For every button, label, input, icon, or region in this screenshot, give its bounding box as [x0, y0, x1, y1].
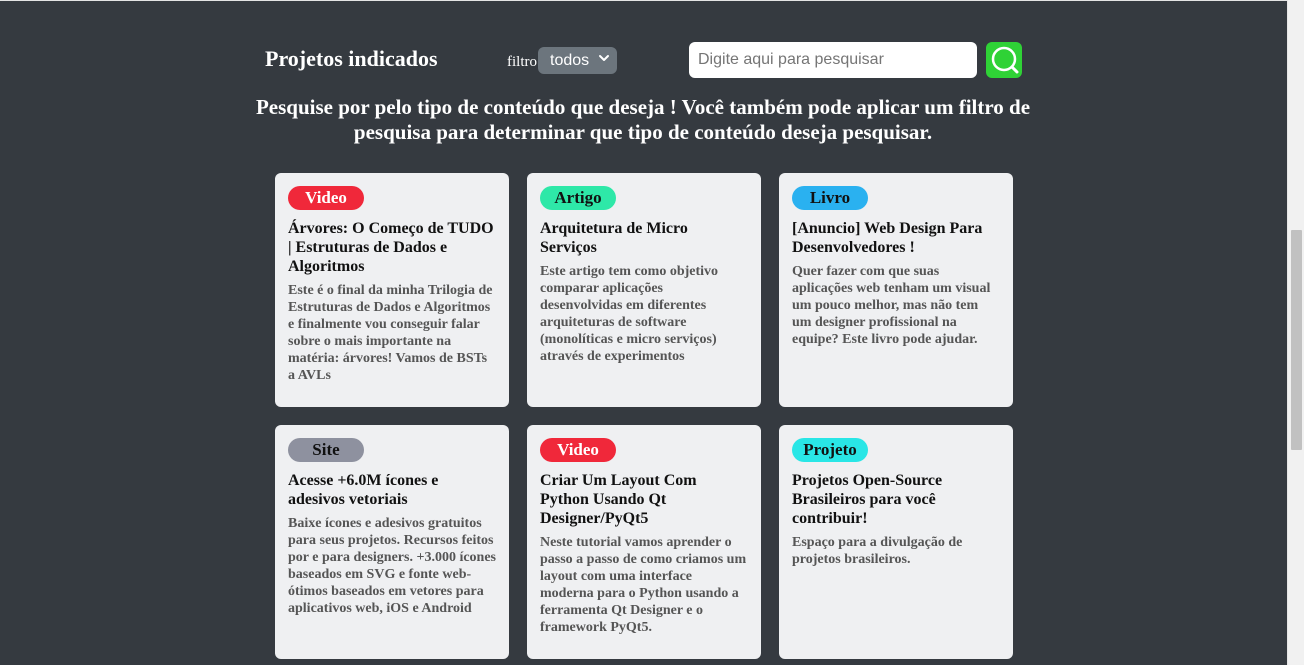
- search-icon: [991, 46, 1019, 74]
- card-title[interactable]: Criar Um Layout Com Python Usando Qt Des…: [540, 471, 748, 528]
- card-title[interactable]: Árvores: O Começo de TUDO | Estruturas d…: [288, 219, 496, 276]
- content-card[interactable]: Video Criar Um Layout Com Python Usando …: [527, 425, 761, 659]
- card-description: Baixe ícones e adesivos gratuitos para s…: [288, 516, 496, 616]
- top-edge-divider: [0, 0, 1287, 1]
- filter-label: filtro: [507, 54, 537, 70]
- page-title: Projetos indicados: [265, 46, 438, 71]
- card-title[interactable]: [Anuncio] Web Design Para Desenvolvedore…: [792, 219, 1000, 257]
- category-badge: Livro: [792, 186, 868, 210]
- search-placeholder: Digite aqui para pesquisar: [698, 51, 884, 68]
- category-badge: Video: [540, 438, 616, 462]
- filter-select[interactable]: todos: [538, 47, 617, 74]
- card-title[interactable]: Acesse +6.0M ícones e adesivos vetoriais: [288, 471, 496, 509]
- scrollbar-thumb[interactable]: [1291, 230, 1302, 450]
- card-description: Espaço para a divulgação de projetos bra…: [792, 535, 963, 567]
- filter-selected-value: todos: [550, 51, 590, 69]
- content-card[interactable]: Artigo Arquitetura de Micro Serviços Est…: [527, 173, 761, 407]
- card-description: Este artigo tem como objetivo comparar a…: [540, 264, 719, 364]
- category-badge: Artigo: [540, 186, 616, 210]
- search-button[interactable]: [986, 42, 1022, 78]
- category-badge: Site: [288, 438, 364, 462]
- content-card[interactable]: Site Acesse +6.0M ícones e adesivos veto…: [275, 425, 509, 659]
- category-badge: Projeto: [792, 438, 868, 462]
- card-description: Neste tutorial vamos aprender o passo a …: [540, 535, 747, 635]
- card-description: Este é o final da minha Trilogia de Estr…: [288, 283, 493, 383]
- vertical-scrollbar[interactable]: [1287, 0, 1304, 665]
- content-card[interactable]: Projeto Projetos Open-Source Brasileiros…: [779, 425, 1013, 659]
- card-description: Quer fazer com que suas aplicações web t…: [792, 264, 991, 347]
- intro-text: Pesquise por pelo tipo de conteúdo que d…: [255, 95, 1031, 144]
- card-title[interactable]: Arquitetura de Micro Serviços: [540, 219, 748, 257]
- card-title[interactable]: Projetos Open-Source Brasileiros para vo…: [792, 471, 1000, 528]
- chevron-down-icon: [599, 55, 609, 61]
- search-input[interactable]: Digite aqui para pesquisar: [689, 42, 977, 78]
- category-badge: Video: [288, 186, 364, 210]
- content-card[interactable]: Video Árvores: O Começo de TUDO | Estrut…: [275, 173, 509, 407]
- page: Projetos indicados filtro todos Digite a…: [0, 0, 1287, 665]
- content-card[interactable]: Livro [Anuncio] Web Design Para Desenvol…: [779, 173, 1013, 407]
